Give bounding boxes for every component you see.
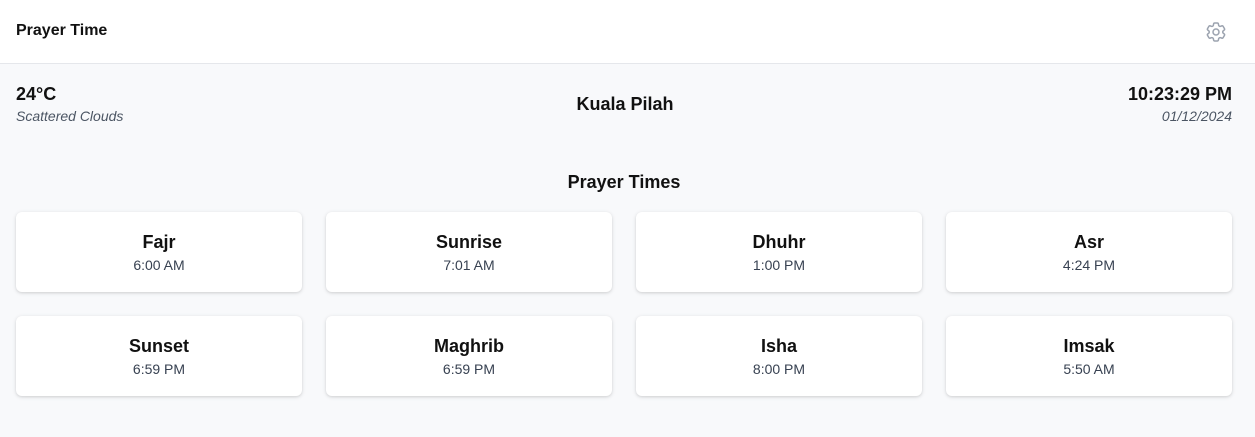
- prayer-card-fajr: Fajr 6:00 AM: [16, 212, 302, 292]
- prayer-time: 8:00 PM: [752, 361, 806, 377]
- prayer-card-isha: Isha 8:00 PM: [636, 316, 922, 396]
- prayer-time: 6:59 PM: [442, 361, 496, 377]
- prayer-time: 7:01 AM: [443, 257, 495, 273]
- prayer-name: Dhuhr: [752, 232, 806, 252]
- prayer-name: Fajr: [142, 232, 176, 252]
- prayer-name: Sunset: [128, 336, 189, 356]
- section-title: Prayer Times: [567, 172, 681, 192]
- clock-info: 10:23:29 PM 01/12/2024: [1128, 83, 1232, 124]
- current-date: 01/12/2024: [1161, 108, 1232, 124]
- prayer-card-sunrise: Sunrise 7:01 AM: [326, 212, 612, 292]
- prayer-time: 6:00 AM: [133, 257, 185, 273]
- prayer-name: Asr: [1073, 232, 1104, 252]
- prayer-time: 5:50 AM: [1063, 361, 1115, 377]
- prayer-grid: Fajr 6:00 AM Sunrise 7:01 AM Dhuhr 1:00 …: [16, 212, 1232, 396]
- city-name: Kuala Pilah: [576, 94, 674, 114]
- prayer-time: 6:59 PM: [132, 361, 186, 377]
- prayer-card-dhuhr: Dhuhr 1:00 PM: [636, 212, 922, 292]
- app-header: Prayer Time: [0, 0, 1255, 64]
- prayer-time: 1:00 PM: [752, 257, 806, 273]
- settings-button[interactable]: [1204, 20, 1228, 44]
- prayer-name: Sunrise: [435, 232, 503, 252]
- prayer-time: 4:24 PM: [1062, 257, 1116, 273]
- prayer-card-maghrib: Maghrib 6:59 PM: [326, 316, 612, 396]
- prayer-name: Isha: [760, 336, 798, 356]
- prayer-card-sunset: Sunset 6:59 PM: [16, 316, 302, 396]
- prayer-card-asr: Asr 4:24 PM: [946, 212, 1232, 292]
- current-time: 10:23:29 PM: [1127, 84, 1232, 104]
- prayer-name: Imsak: [1063, 336, 1115, 356]
- prayer-name: Maghrib: [434, 336, 504, 356]
- app-title: Prayer Time: [16, 22, 108, 39]
- gear-icon: [1206, 22, 1226, 42]
- prayer-card-imsak: Imsak 5:50 AM: [946, 316, 1232, 396]
